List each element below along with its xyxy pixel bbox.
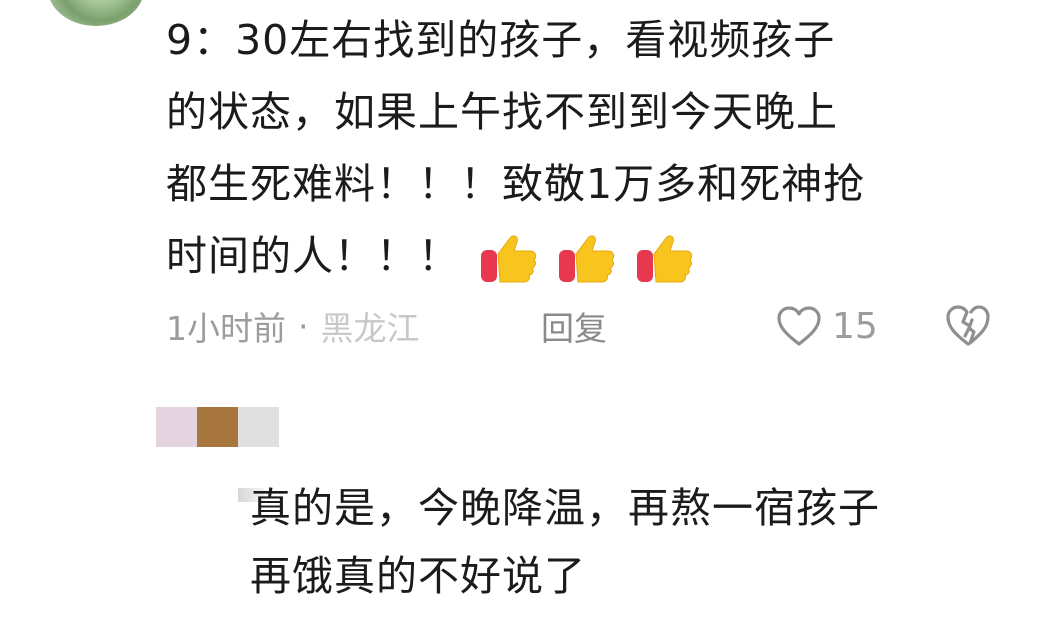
censor-block: [156, 407, 197, 447]
comment-meta: 1小时前 · 黑龙江: [166, 298, 420, 354]
comment-line: 时间的人！！！: [166, 232, 460, 280]
reply-line: 真的是，今晚降温，再熬一宿孩子: [250, 484, 880, 532]
reply-button[interactable]: 回复: [541, 298, 607, 354]
comment-text: 9：30左右找到的孩子，看视频孩子 的状态，如果上午找不到到今天晚上 都生死难料…: [166, 4, 1006, 295]
comment-line: 的状态，如果上午找不到到今天晚上: [166, 88, 838, 136]
thumbs-up-icon: [481, 235, 537, 283]
comment-line: 9：30左右找到的孩子，看视频孩子: [166, 16, 836, 64]
like-button[interactable]: 15: [776, 300, 878, 352]
comment-line: 都生死难料！！！致敬1万多和死神抢: [166, 160, 866, 208]
thumbs-up-icon: [559, 235, 615, 283]
reply-text: 真的是，今晚降温，再熬一宿孩子 再饿真的不好说了: [250, 474, 1010, 610]
avatar[interactable]: [48, 0, 144, 26]
meta-separator: ·: [298, 306, 309, 346]
censor-block: [197, 407, 238, 447]
broken-heart-icon[interactable]: [944, 302, 992, 350]
heart-icon: [777, 306, 821, 346]
comment-time: 1小时前: [166, 309, 286, 348]
censor-block: [238, 407, 279, 447]
reply-line: 再饿真的不好说了: [250, 552, 586, 600]
comment-line-with-emoji: 时间的人！！！: [166, 220, 1006, 295]
comment-location: 黑龙江: [320, 309, 420, 348]
thumbs-up-icon: [637, 235, 693, 283]
username-censor: [156, 407, 279, 447]
like-count: 15: [832, 305, 878, 347]
emoji-row: [480, 219, 700, 291]
